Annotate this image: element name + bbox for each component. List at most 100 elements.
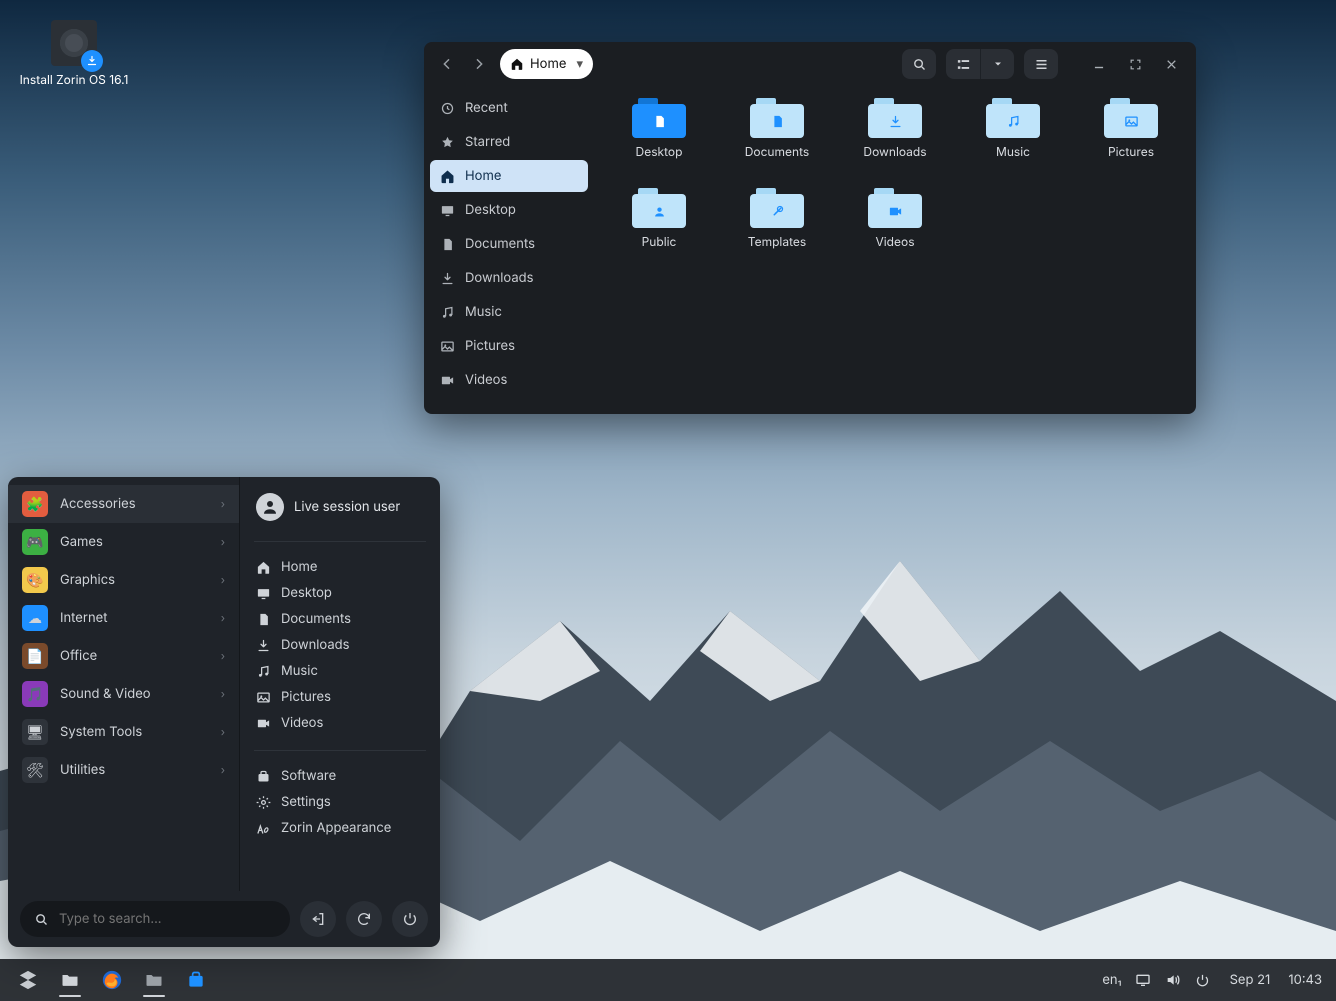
separator — [254, 541, 426, 542]
start-menu-search[interactable] — [20, 901, 290, 937]
window-close-button[interactable] — [1158, 51, 1184, 77]
folder-icon — [868, 188, 922, 228]
chevron-down-icon: ▾ — [576, 56, 583, 72]
window-minimize-button[interactable] — [1086, 51, 1112, 77]
category-icon: 🎮 — [22, 529, 48, 555]
place-software[interactable]: Software — [252, 763, 428, 789]
place-label: Settings — [281, 794, 331, 810]
tray-power-icon[interactable] — [1194, 971, 1212, 989]
category-graphics[interactable]: 🎨Graphics› — [8, 561, 239, 599]
window-maximize-button[interactable] — [1122, 51, 1148, 77]
chevron-right-icon: › — [221, 611, 225, 625]
fm-sidebar-label: Videos — [465, 372, 507, 388]
file-manager-window: Home ▾ RecentStarredHomeDesktopDocuments… — [424, 42, 1196, 414]
fm-sidebar-starred[interactable]: Starred — [430, 126, 588, 158]
fm-sidebar-pictures[interactable]: Pictures — [430, 330, 588, 362]
chevron-right-icon: › — [221, 725, 225, 739]
category-games[interactable]: 🎮Games› — [8, 523, 239, 561]
vid-icon — [440, 373, 455, 388]
tray-volume-icon[interactable] — [1164, 971, 1182, 989]
category-utilities[interactable]: 🛠Utilities› — [8, 751, 239, 789]
logout-button[interactable] — [300, 901, 336, 937]
place-videos[interactable]: Videos — [252, 710, 428, 736]
folder-desktop[interactable]: Desktop — [602, 98, 716, 184]
place-settings[interactable]: Settings — [252, 789, 428, 815]
category-system-tools[interactable]: 🖥System Tools› — [8, 713, 239, 751]
folder-public[interactable]: Public — [602, 188, 716, 274]
folder-label: Documents — [745, 144, 810, 159]
bag-icon — [256, 769, 271, 784]
place-zorin-appearance[interactable]: Zorin Appearance — [252, 815, 428, 841]
place-desktop[interactable]: Desktop — [252, 580, 428, 606]
place-home[interactable]: Home — [252, 554, 428, 580]
search-input[interactable] — [59, 911, 276, 927]
view-mode-group — [946, 49, 1014, 79]
fm-sidebar-downloads[interactable]: Downloads — [430, 262, 588, 294]
place-pictures[interactable]: Pictures — [252, 684, 428, 710]
folder-label: Downloads — [863, 144, 926, 159]
fm-sidebar-documents[interactable]: Documents — [430, 228, 588, 260]
fm-sidebar-label: Home — [465, 168, 501, 184]
hamburger-menu-button[interactable] — [1024, 49, 1058, 79]
taskbar-firefox-button[interactable] — [94, 962, 130, 998]
place-music[interactable]: Music — [252, 658, 428, 684]
tray-language[interactable]: en₁ — [1102, 972, 1121, 988]
fm-sidebar-music[interactable]: Music — [430, 296, 588, 328]
folder-documents[interactable]: Documents — [720, 98, 834, 184]
fm-sidebar-desktop[interactable]: Desktop — [430, 194, 588, 226]
folder-templates[interactable]: Templates — [720, 188, 834, 274]
start-menu-bottom — [8, 891, 440, 947]
fm-sidebar-videos[interactable]: Videos — [430, 364, 588, 396]
search-button[interactable] — [902, 49, 936, 79]
place-label: Documents — [281, 611, 351, 627]
home-icon — [440, 169, 455, 184]
fm-sidebar-label: Starred — [465, 134, 510, 150]
place-documents[interactable]: Documents — [252, 606, 428, 632]
fm-sidebar-home[interactable]: Home — [430, 160, 588, 192]
view-dropdown-button[interactable] — [980, 49, 1014, 79]
place-downloads[interactable]: Downloads — [252, 632, 428, 658]
taskbar: en₁ Sep 21 10:43 — [0, 959, 1336, 1001]
folder-downloads[interactable]: Downloads — [838, 98, 952, 184]
folder-music[interactable]: Music — [956, 98, 1070, 184]
doc-icon — [440, 237, 455, 252]
category-internet[interactable]: ☁Internet› — [8, 599, 239, 637]
folder-pictures[interactable]: Pictures — [1074, 98, 1188, 184]
category-label: Sound & Video — [60, 686, 151, 702]
music-icon — [440, 305, 455, 320]
tray-display-icon[interactable] — [1134, 971, 1152, 989]
folder-label: Public — [642, 234, 677, 249]
start-menu-user[interactable]: Live session user — [252, 487, 428, 533]
folder-videos[interactable]: Videos — [838, 188, 952, 274]
desktop-icon-label: Install Zorin OS 16.1 — [20, 72, 129, 87]
down-icon — [256, 638, 271, 653]
file-manager-grid: Desktop Documents Downloads MusicPictures Pu… — [594, 86, 1196, 414]
category-label: System Tools — [60, 724, 142, 740]
tray-date[interactable]: Sep 21 — [1230, 972, 1271, 988]
nav-forward-button[interactable] — [468, 53, 490, 75]
category-icon: 📄 — [22, 643, 48, 669]
home-icon — [510, 57, 524, 71]
taskbar-files-button[interactable] — [52, 962, 88, 998]
category-sound-video[interactable]: 🎵Sound & Video› — [8, 675, 239, 713]
path-bar[interactable]: Home ▾ — [500, 49, 593, 79]
restart-button[interactable] — [346, 901, 382, 937]
chevron-right-icon: › — [221, 763, 225, 777]
chevron-right-icon: › — [221, 687, 225, 701]
nav-back-button[interactable] — [436, 53, 458, 75]
desktop-icon-install-zorin[interactable]: Install Zorin OS 16.1 — [14, 20, 134, 87]
category-label: Graphics — [60, 572, 115, 588]
fm-sidebar-recent[interactable]: Recent — [430, 92, 588, 124]
vid-icon — [256, 716, 271, 731]
separator — [254, 750, 426, 751]
category-office[interactable]: 📄Office› — [8, 637, 239, 675]
taskbar-nautilus-button[interactable] — [136, 962, 172, 998]
category-accessories[interactable]: 🧩Accessories› — [8, 485, 239, 523]
view-list-button[interactable] — [946, 49, 980, 79]
taskbar-start-button[interactable] — [10, 962, 46, 998]
tray-time[interactable]: 10:43 — [1288, 972, 1322, 988]
category-label: Office — [60, 648, 97, 664]
category-label: Games — [60, 534, 103, 550]
power-button[interactable] — [392, 901, 428, 937]
taskbar-software-button[interactable] — [178, 962, 214, 998]
